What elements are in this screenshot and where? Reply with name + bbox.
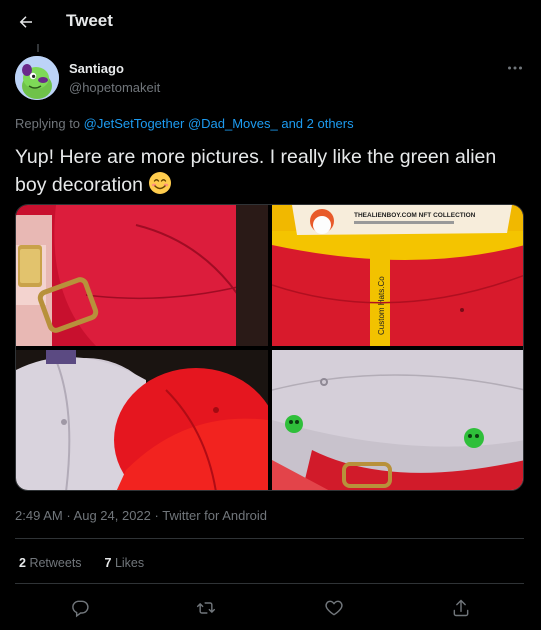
tweet-stats: 2 Retweets 7 Likes xyxy=(19,556,144,570)
avatar[interactable] xyxy=(15,56,59,100)
tweet-date[interactable]: Aug 24, 2022 xyxy=(74,508,151,523)
page-title: Tweet xyxy=(66,11,113,30)
label-text: THEALIENBOY.COM NFT COLLECTION xyxy=(354,212,476,219)
arrow-left-icon xyxy=(19,16,32,28)
author-name[interactable]: Santiago xyxy=(69,61,124,76)
divider xyxy=(15,538,524,539)
tweet-meta: 2:49 AM · Aug 24, 2022 · Twitter for And… xyxy=(15,508,267,523)
tweet-photo[interactable] xyxy=(16,350,268,490)
share-icon xyxy=(453,599,469,617)
tweet-body: Yup! Here are more pictures. I really li… xyxy=(15,146,497,196)
strap-text: Custom Hats.Co xyxy=(377,276,386,335)
retweets-count: 2 xyxy=(19,556,26,570)
likes-count: 7 xyxy=(104,556,112,570)
top-bar: Tweet xyxy=(0,0,541,44)
likes-stat[interactable]: 7 Likes xyxy=(105,556,145,570)
thread-connector xyxy=(37,44,39,52)
smiling-face-emoji-icon xyxy=(149,172,172,194)
author-handle[interactable]: @hopetomakeit xyxy=(69,80,160,95)
tweet-time[interactable]: 2:49 AM xyxy=(15,508,63,523)
tweet-photo[interactable] xyxy=(272,350,523,490)
back-button[interactable] xyxy=(14,10,38,34)
likes-label: Likes xyxy=(114,556,145,570)
retweets-stat[interactable]: 2 Retweets xyxy=(19,556,82,570)
share-button[interactable] xyxy=(447,594,475,622)
reply-button[interactable] xyxy=(66,594,94,622)
media-grid: THEALIENBOY.COM NFT COLLECTION Custom Ha… xyxy=(15,204,524,491)
reply-icon xyxy=(72,600,89,618)
like-button[interactable] xyxy=(320,594,348,622)
mention-link[interactable]: @Dad_Moves_ xyxy=(188,116,278,131)
tweet-photo[interactable] xyxy=(16,205,268,346)
retweet-icon xyxy=(196,602,216,614)
divider xyxy=(15,583,524,584)
tweet-actions xyxy=(0,594,541,622)
replying-to: Replying to @JetSetTogether @Dad_Moves_ … xyxy=(15,116,354,131)
mention-link[interactable]: @JetSetTogether xyxy=(84,116,185,131)
tweet-photo[interactable]: THEALIENBOY.COM NFT COLLECTION Custom Ha… xyxy=(272,205,523,346)
heart-icon xyxy=(325,600,343,616)
more-horizontal-icon xyxy=(508,66,522,70)
more-options-button[interactable] xyxy=(503,60,527,76)
separator-dot: · xyxy=(62,508,74,523)
retweet-button[interactable] xyxy=(192,594,220,622)
separator-dot: · xyxy=(150,508,163,523)
others-link[interactable]: and 2 others xyxy=(278,116,353,131)
tweet-text: Yup! Here are more pictures. I really li… xyxy=(15,144,530,199)
retweets-label: Retweets xyxy=(29,556,82,570)
replying-prefix: Replying to xyxy=(15,116,84,131)
tweet-client[interactable]: Twitter for Android xyxy=(162,508,267,523)
